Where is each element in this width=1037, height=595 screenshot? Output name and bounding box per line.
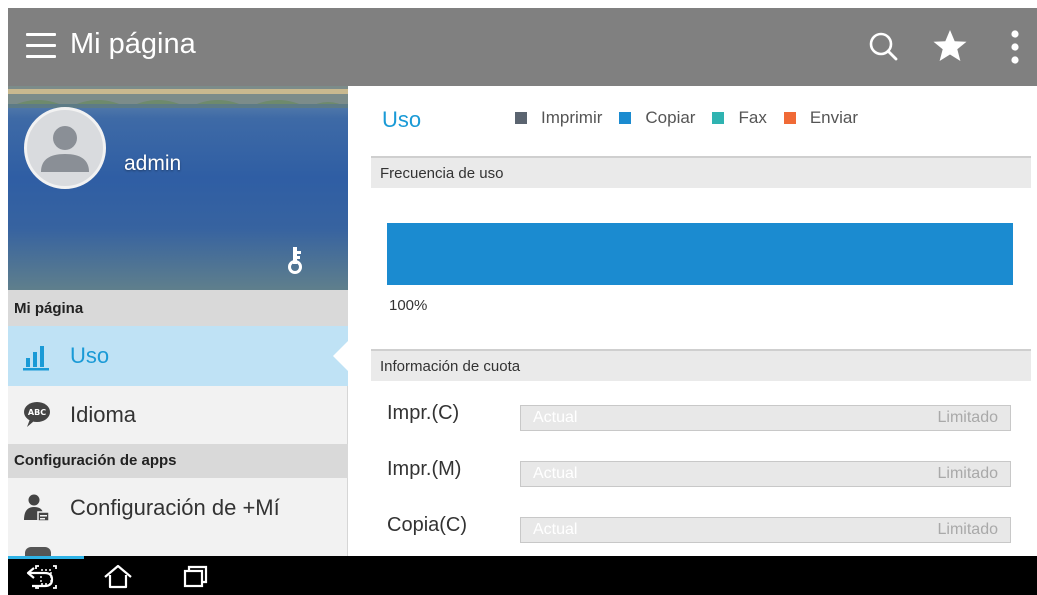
selection-indicator	[333, 340, 349, 372]
quota-actual: Actual	[533, 521, 578, 538]
drawer-item-label: Configuración de +Mí	[70, 495, 280, 520]
quota-label: Copia(C)	[387, 514, 468, 536]
home-icon[interactable]	[101, 562, 135, 590]
tablet-screen: Mi página admin Mi página Uso ABC Idioma…	[8, 8, 1037, 595]
legend-swatch	[619, 112, 632, 124]
legend-item-copiar: Copiar	[619, 108, 695, 128]
svg-text:ABC: ABC	[28, 408, 46, 417]
abc-bubble-icon: ABC	[24, 402, 50, 427]
section-header-config-apps: Configuración de apps	[8, 444, 348, 478]
legend-swatch	[712, 112, 725, 124]
quota-actual: Actual	[533, 465, 578, 482]
drawer-item-label: Uso	[70, 343, 110, 368]
section-header-mi-pagina: Mi página	[8, 290, 348, 326]
quota-bar: Actual Limitado	[520, 517, 1011, 543]
quota-bar: Actual Limitado	[520, 461, 1011, 487]
drawer-item-label: Idioma	[70, 402, 137, 427]
quota-label: Impr.(M)	[387, 458, 462, 480]
legend-label: Fax	[738, 108, 767, 127]
chart-legend: Imprimir Copiar Fax Enviar	[515, 108, 875, 128]
quota-actual: Actual	[533, 409, 578, 426]
star-icon[interactable]	[930, 26, 970, 66]
quota-limit: Limitado	[937, 521, 998, 538]
username: admin	[124, 152, 182, 175]
quota-row: Impr.(C) Actual Limitado	[387, 396, 1013, 436]
legend-label: Imprimir	[541, 108, 603, 127]
frequency-header: Frecuencia de uso	[371, 156, 1031, 188]
profile-header: admin	[8, 86, 348, 290]
system-nav-bar	[8, 556, 1037, 595]
recent-apps-icon[interactable]	[178, 562, 212, 590]
legend-item-fax: Fax	[712, 108, 767, 128]
usage-fill-copiar	[387, 223, 1013, 285]
content-title: Uso	[382, 107, 422, 132]
quota-bar: Actual Limitado	[520, 405, 1011, 431]
legend-label: Copiar	[645, 108, 696, 127]
person-icon	[41, 126, 89, 172]
user-settings-icon	[24, 494, 50, 522]
app-bar: Mi página	[8, 8, 1037, 86]
legend-swatch	[515, 112, 527, 124]
bar-chart-icon	[23, 346, 49, 371]
search-icon[interactable]	[864, 28, 904, 68]
drawer-item-config-mi[interactable]: Configuración de +Mí	[8, 478, 348, 538]
back-icon[interactable]	[24, 562, 58, 590]
drawer-item-idioma[interactable]: ABC Idioma	[8, 386, 348, 444]
quota-row: Copia(C) Actual Limitado	[387, 508, 1013, 548]
key-icon[interactable]	[287, 246, 303, 274]
bridge-image	[8, 86, 348, 108]
navigation-drawer: admin Mi página Uso ABC Idioma Configura…	[8, 86, 349, 559]
quota-row: Impr.(M) Actual Limitado	[387, 452, 1013, 492]
quota-limit: Limitado	[937, 465, 998, 482]
legend-label: Enviar	[809, 108, 859, 127]
legend-swatch	[783, 112, 796, 124]
usage-panel: Uso Imprimir Copiar Fax Enviar Frecuenci…	[349, 86, 1037, 556]
usage-percent: 100%	[389, 297, 428, 314]
usage-frequency-bar	[387, 223, 1013, 285]
quota-label: Impr.(C)	[387, 402, 460, 424]
legend-item-enviar: Enviar	[783, 108, 859, 128]
drawer-item-uso[interactable]: Uso	[8, 326, 349, 386]
page-title: Mi página	[70, 28, 196, 60]
legend-item-imprimir: Imprimir	[515, 108, 602, 128]
quota-limit: Limitado	[937, 409, 998, 426]
menu-icon[interactable]	[26, 33, 56, 59]
overflow-icon[interactable]	[1004, 28, 1026, 68]
avatar[interactable]	[24, 107, 106, 189]
quota-header: Información de cuota	[371, 349, 1031, 381]
